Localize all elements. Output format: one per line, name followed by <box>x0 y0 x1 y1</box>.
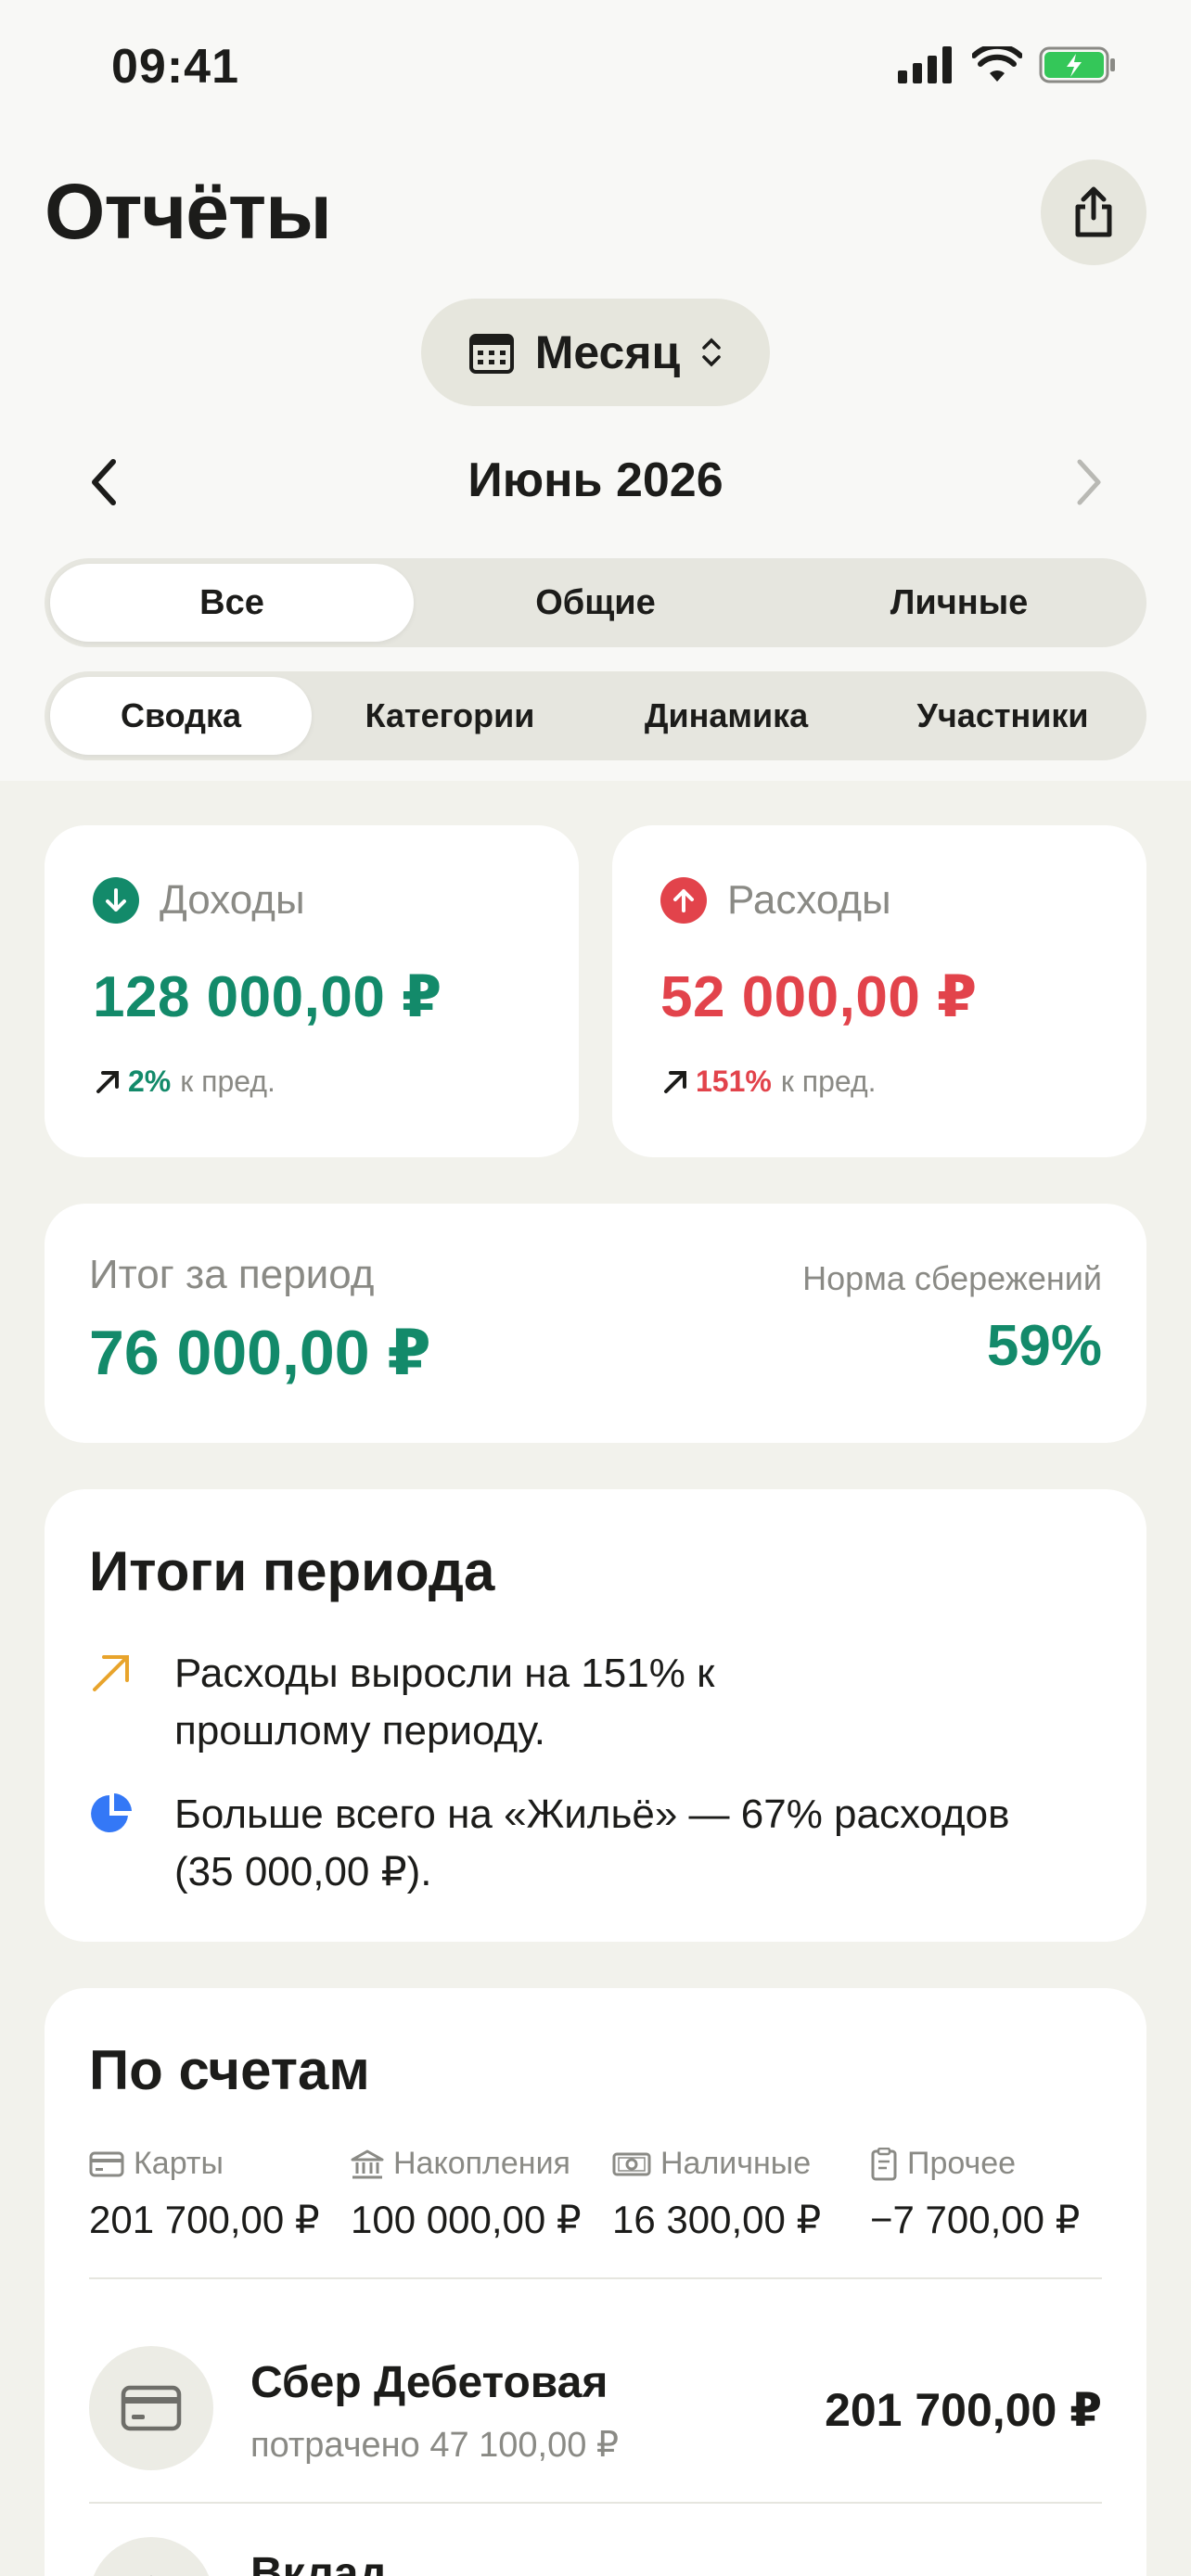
trend-up-arrow-icon <box>96 1070 119 1093</box>
income-change-pct: 2% <box>128 1065 172 1098</box>
income-card[interactable]: Доходы 128 000,00 ₽ 2% к пред. <box>45 825 579 1157</box>
summary-other[interactable]: Прочее −7 700,00 ₽ <box>870 2146 1111 2242</box>
summary-cards[interactable]: Карты 201 700,00 ₽ <box>89 2146 349 2242</box>
signal-icon <box>898 46 952 83</box>
period-mode-button[interactable]: Месяц <box>421 299 770 406</box>
chevron-updown-icon <box>702 338 722 367</box>
trend-up-arrow-icon <box>664 1070 686 1093</box>
view-segmented-control: Сводка Категории Динамика Участники <box>45 671 1146 760</box>
account-balance: 201 700,00 ₽ <box>825 2384 1102 2436</box>
current-period-label: Июнь 2026 <box>467 453 724 507</box>
period-total-card: Итог за период 76 000,00 ₽ Норма сбереже… <box>45 1204 1146 1443</box>
receipt-icon <box>871 2147 897 2180</box>
divider <box>89 2277 1102 2279</box>
account-spent: потрачено 47 100,00 ₽ <box>250 2426 620 2465</box>
share-icon <box>1075 186 1112 237</box>
account-name: Сбер Дебетовая <box>250 2358 608 2407</box>
summary-label: Прочее <box>907 2146 1017 2181</box>
period-total-label: Итог за период <box>89 1252 375 1297</box>
status-time: 09:41 <box>111 40 239 94</box>
summary-amount: 16 300,00 ₽ <box>612 2198 822 2241</box>
summary-label: Наличные <box>660 2146 812 2181</box>
income-arrow-icon <box>93 877 139 924</box>
tab-categories[interactable]: Категории <box>312 677 588 755</box>
tab-shared[interactable]: Общие <box>414 564 777 642</box>
page-title: Отчёты <box>45 168 332 255</box>
income-label: Доходы <box>160 877 305 923</box>
tab-all[interactable]: Все <box>50 564 414 642</box>
cash-icon <box>612 2152 651 2175</box>
expense-change-context: к пред. <box>780 1065 877 1098</box>
summary-amount: 100 000,00 ₽ <box>351 2198 582 2241</box>
income-change-context: к пред. <box>180 1065 275 1098</box>
savings-rate-value: 59% <box>986 1314 1102 1378</box>
account-avatar <box>89 2537 213 2576</box>
card-icon <box>89 2151 124 2176</box>
period-mode-label: Месяц <box>534 326 681 378</box>
account-name: Вклад <box>250 2549 387 2576</box>
insight-item: Расходы выросли на 151% к прошлому перио… <box>89 1645 1091 1760</box>
accounts-title: По счетам <box>89 2039 370 2101</box>
expense-arrow-icon <box>660 877 707 924</box>
summary-savings[interactable]: Накопления 100 000,00 ₽ <box>351 2146 610 2242</box>
account-avatar <box>89 2346 213 2470</box>
income-value: 128 000,00 ₽ <box>93 965 442 1029</box>
expense-label: Расходы <box>727 877 891 923</box>
status-icons <box>898 46 1117 83</box>
tab-personal[interactable]: Личные <box>777 564 1141 642</box>
summary-label: Карты <box>134 2146 224 2181</box>
tab-summary[interactable]: Сводка <box>50 677 312 755</box>
accounts-card: По счетам Карты 201 700,00 ₽ Накопления … <box>45 1988 1146 2576</box>
divider <box>89 2502 1102 2504</box>
insight-item: Больше всего на «Жильё» — 67% расходов (… <box>89 1786 1091 1901</box>
account-row[interactable]: Сбер Дебетовая потрачено 47 100,00 ₽ 201… <box>89 2346 1102 2485</box>
savings-rate-label: Норма сбережений <box>802 1259 1102 1297</box>
calendar-icon <box>468 334 514 374</box>
tab-participants[interactable]: Участники <box>864 677 1141 755</box>
bank-icon <box>351 2149 384 2178</box>
summary-amount: −7 700,00 ₽ <box>870 2198 1081 2241</box>
next-period-button[interactable] <box>1067 454 1109 510</box>
trend-up-icon <box>93 1655 129 1691</box>
expense-card[interactable]: Расходы 52 000,00 ₽ 151% к пред. <box>612 825 1146 1157</box>
wifi-icon <box>972 46 1022 82</box>
card-icon <box>121 2385 182 2431</box>
period-insights-card: Итоги периода Расходы выросли на 151% к … <box>45 1489 1146 1942</box>
scope-segmented-control: Все Общие Личные <box>45 558 1146 647</box>
battery-icon <box>1039 46 1115 83</box>
period-total-value: 76 000,00 ₽ <box>89 1318 431 1388</box>
expense-change-pct: 151% <box>696 1065 772 1098</box>
insight-text: Расходы выросли на 151% к прошлому перио… <box>174 1651 715 1753</box>
pie-chart-icon <box>91 1793 132 1832</box>
tab-dynamics[interactable]: Динамика <box>588 677 864 755</box>
insights-title: Итоги периода <box>89 1540 495 1602</box>
expense-value: 52 000,00 ₽ <box>660 965 978 1029</box>
summary-label: Накопления <box>393 2146 570 2181</box>
share-button[interactable] <box>1041 159 1146 265</box>
summary-cash[interactable]: Наличные 16 300,00 ₽ <box>612 2146 872 2242</box>
insight-text: Больше всего на «Жильё» — 67% расходов (… <box>174 1792 1010 1894</box>
summary-amount: 201 700,00 ₽ <box>89 2198 320 2241</box>
account-row[interactable]: Вклад <box>89 2537 1102 2576</box>
